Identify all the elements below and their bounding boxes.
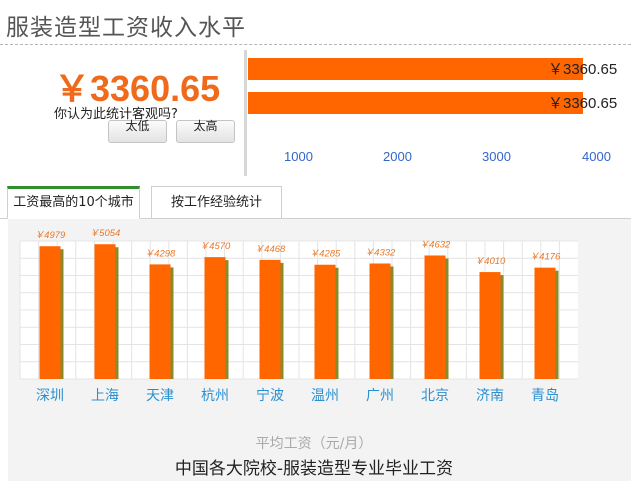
bar-杭州 (204, 257, 226, 379)
bar-value-label: ￥4285 (310, 249, 341, 260)
salary-bar-label: ￥3360.65 (548, 95, 618, 112)
tab-top-cities[interactable]: 工资最高的10个城市 (7, 186, 140, 219)
category-label: 北京 (421, 388, 449, 404)
salary-bar (248, 92, 583, 114)
bar-温州 (314, 264, 336, 379)
bar-广州 (369, 263, 391, 379)
city-salary-chart: ￥4979 深圳 ￥5054 上海 ￥4298 天津 ￥4570 杭州 ￥4468 宁波 ￥4285… (19, 228, 578, 479)
category-label: 杭州 (201, 388, 229, 404)
tab-by-experience[interactable]: 按工作经验统计 (151, 186, 282, 218)
bar-value-label: ￥4298 (145, 248, 176, 259)
category-label: 温州 (311, 388, 339, 404)
bar-value-label: ￥4570 (200, 241, 231, 252)
too-high-button[interactable]: 太高 (176, 120, 235, 143)
category-label: 上海 (91, 388, 119, 404)
x-axis-label: 平均工资（元/月） (256, 436, 373, 452)
category-label: 天津 (146, 388, 174, 404)
category-label: 广州 (366, 388, 394, 404)
axis-tick-label: 3000 (482, 149, 511, 164)
category-label: 济南 (476, 388, 504, 404)
chart-title: 中国各大院校-服装造型专业毕业工资 (175, 459, 453, 479)
axis-tick-label: 2000 (383, 149, 412, 164)
bar-value-label: ￥4176 (530, 252, 561, 263)
bar-value-label: ￥4332 (365, 247, 396, 258)
page-title: 服装造型工资收入水平 (6, 15, 246, 41)
bar-深圳 (39, 246, 61, 379)
summary-divider (244, 50, 247, 176)
bar-value-label: ￥5054 (90, 228, 121, 239)
bar-value-label: ￥4632 (420, 239, 451, 250)
category-label: 深圳 (36, 388, 64, 404)
bar-济南 (479, 272, 501, 379)
bar-value-label: ￥4979 (35, 230, 66, 241)
axis-tick-label: 4000 (582, 149, 611, 164)
bar-宁波 (259, 259, 281, 379)
category-label: 宁波 (256, 387, 284, 404)
bar-天津 (149, 264, 171, 379)
bar-青岛 (534, 267, 556, 379)
too-low-button[interactable]: 太低 (108, 120, 167, 143)
bar-北京 (424, 255, 446, 379)
salary-bar (248, 58, 583, 80)
axis-tick-label: 1000 (284, 149, 313, 164)
bar-value-label: ￥4010 (475, 256, 506, 267)
city-salary-chart-panel: ￥4979 深圳 ￥5054 上海 ￥4298 天津 ￥4570 杭州 ￥4468 宁波 ￥4285… (8, 219, 631, 481)
bar-value-label: ￥4468 (255, 244, 286, 255)
category-label: 青岛 (531, 388, 559, 404)
salary-bar-label: ￥3360.65 (548, 61, 618, 78)
title-divider (0, 44, 631, 45)
bar-上海 (94, 244, 116, 379)
